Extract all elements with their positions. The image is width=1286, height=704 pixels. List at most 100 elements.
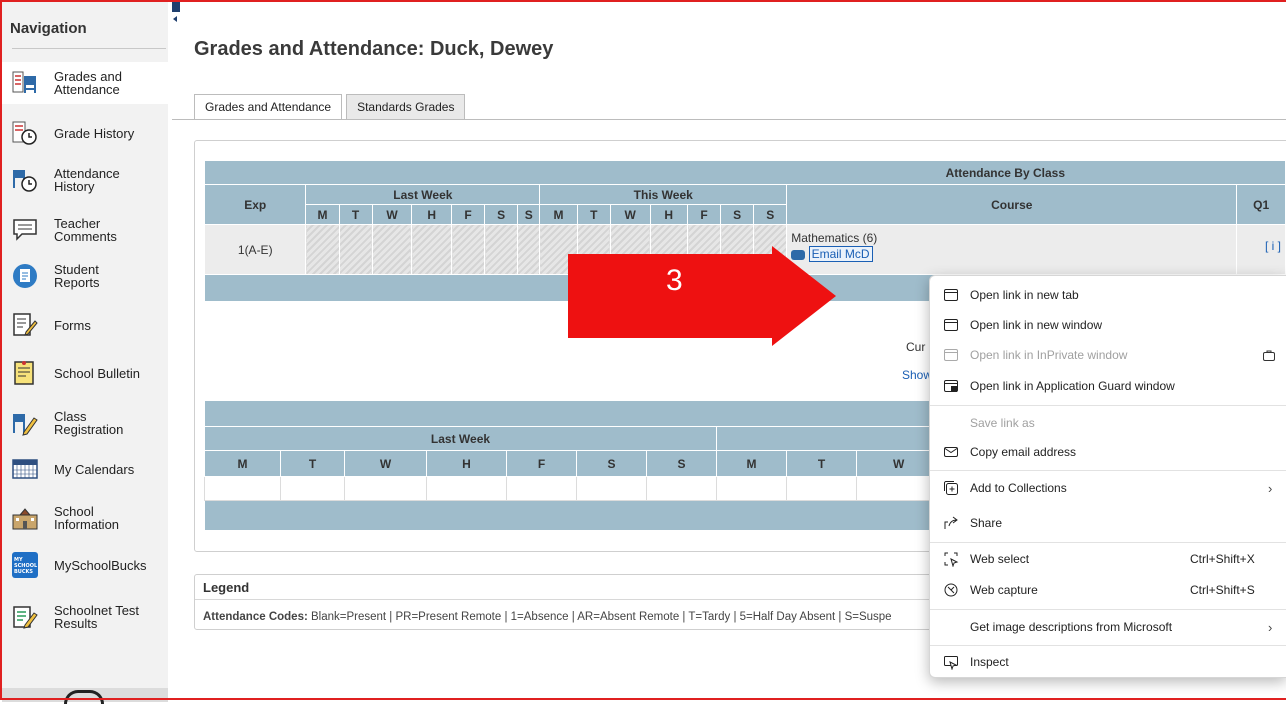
inprivate-window-icon	[944, 349, 958, 361]
web-capture-icon	[944, 583, 958, 597]
tab-standards-grades[interactable]: Standards Grades	[346, 94, 466, 120]
menu-separator	[930, 470, 1286, 471]
legend-text: Attendance Codes: Blank=Present | PR=Pre…	[203, 611, 892, 623]
forms-icon	[13, 313, 38, 336]
day-header: T	[576, 204, 611, 225]
day-header: S	[646, 450, 717, 477]
chevron-right-icon: ›	[1268, 619, 1273, 635]
sidebar-item-label: Student Reports	[54, 262, 100, 290]
menu-label: Open link in new tab	[970, 288, 1079, 302]
day-header: S	[484, 204, 519, 225]
sidebar-item-grades-and-attendance[interactable]: Grades and Attendance	[2, 62, 168, 104]
menu-shortcut: Ctrl+Shift+S	[1190, 583, 1255, 597]
menu-open-new-tab[interactable]: Open link in new tab	[930, 280, 1286, 310]
menu-label: Copy email address	[970, 445, 1077, 459]
menu-web-select[interactable]: Web select Ctrl+Shift+X	[930, 544, 1286, 574]
sidebar-item-label: School Information	[54, 504, 120, 532]
sidebar-item-label: My Calendars	[54, 461, 135, 477]
sidebar-item-label: Grade History	[54, 125, 135, 141]
myschoolbucks-icon: MY SCHOOL BUCKS	[12, 552, 38, 578]
cell-course: Mathematics (6) Email McD	[786, 224, 1238, 275]
sidebar: Navigation Grades and Attendance Grade Hi…	[2, 2, 168, 704]
day-cell	[371, 224, 413, 275]
annotation-arrow	[568, 246, 836, 346]
cell-exp: 1(A-E)	[203, 224, 307, 275]
menu-web-capture[interactable]: Web capture Ctrl+Shift+S	[930, 575, 1286, 605]
sidebar-item-student-reports[interactable]: Student Reports	[2, 255, 168, 297]
menu-open-new-window[interactable]: Open link in new window	[930, 310, 1286, 340]
sidebar-item-school-bulletin[interactable]: School Bulletin	[2, 352, 168, 394]
sidebar-title: Navigation	[10, 20, 87, 37]
day-header: S	[517, 204, 541, 225]
menu-label: Web select	[970, 552, 1030, 566]
day-header: W	[371, 204, 413, 225]
menu-open-inprivate: Open link in InPrivate window	[930, 340, 1286, 370]
inspect-icon	[944, 656, 958, 670]
sidebar-item-grade-history[interactable]: Grade History	[2, 112, 168, 154]
annotation-step-number: 3	[666, 264, 683, 297]
tab-grades-and-attendance[interactable]: Grades and Attendance	[194, 94, 343, 120]
day-cell	[484, 224, 519, 275]
cell-q1[interactable]: [ i ]	[1236, 224, 1286, 275]
class-registration-icon	[13, 414, 38, 436]
legend-title: Legend	[203, 580, 250, 595]
menu-separator	[930, 405, 1286, 406]
sidebar-item-attendance-history[interactable]: Attendance History	[2, 159, 168, 201]
school-building-icon	[12, 508, 38, 530]
day-cell	[344, 476, 427, 501]
help-icon[interactable]	[64, 690, 104, 704]
sidebar-item-label: School Bulletin	[54, 365, 140, 381]
menu-label: Open link in Application Guard window	[970, 379, 1175, 393]
menu-image-descriptions[interactable]: Get image descriptions from Microsoft ›	[930, 612, 1286, 642]
menu-label: Get image descriptions from Microsoft	[970, 620, 1173, 634]
day-cell	[411, 224, 453, 275]
collections-icon	[944, 481, 958, 495]
col-course: Course	[786, 184, 1238, 225]
menu-save-link-as: Save link as	[930, 408, 1286, 438]
menu-label: Web capture	[970, 583, 1038, 597]
sidebar-item-class-registration[interactable]: Class Registration	[2, 402, 168, 444]
menu-label: Inspect	[970, 655, 1009, 669]
test-results-icon	[13, 606, 38, 629]
day-header: M	[716, 450, 787, 477]
page-title: Grades and Attendance: Duck, Dewey	[194, 38, 554, 60]
menu-share[interactable]: Share	[930, 508, 1286, 538]
menu-separator	[930, 645, 1286, 646]
col-q1: Q1	[1236, 184, 1286, 225]
col-exp: Exp	[203, 184, 307, 225]
briefcase-icon	[1263, 350, 1275, 361]
student-reports-icon	[13, 264, 37, 288]
legend-codes: Blank=Present | PR=Present Remote | 1=Ab…	[311, 611, 892, 623]
show-dropped-classes-link[interactable]: Show	[902, 368, 932, 382]
menu-copy-email[interactable]: Copy email address	[930, 437, 1286, 467]
sidebar-item-forms[interactable]: Forms	[2, 304, 168, 346]
menu-add-to-collections[interactable]: Add to Collections ›	[930, 473, 1286, 503]
sidebar-item-label: Grades and Attendance	[54, 69, 122, 97]
menu-inspect[interactable]: Inspect	[930, 647, 1286, 677]
collapse-sidebar-icon[interactable]	[170, 2, 182, 26]
sidebar-item-myschoolbucks[interactable]: MY SCHOOL BUCKS MySchoolBucks	[2, 544, 168, 586]
sidebar-item-label: Teacher Comments	[54, 216, 117, 244]
grade-history-icon	[12, 121, 37, 145]
application-guard-icon	[944, 380, 958, 392]
sidebar-item-my-calendars[interactable]: My Calendars	[2, 448, 168, 490]
day-cell	[426, 476, 507, 501]
col-last-week: Last Week	[305, 184, 541, 205]
school-bulletin-icon	[14, 361, 34, 385]
menu-open-application-guard[interactable]: Open link in Application Guard window	[930, 371, 1286, 401]
sidebar-item-school-information[interactable]: School Information	[2, 497, 168, 539]
new-window-icon	[944, 319, 958, 331]
sidebar-item-teacher-comments[interactable]: Teacher Comments	[2, 209, 168, 251]
sidebar-item-label: Class Registration	[54, 409, 124, 437]
sidebar-item-schoolnet-test-results[interactable]: Schoolnet Test Results	[2, 596, 168, 638]
sidebar-item-label: Forms	[54, 317, 91, 333]
day-header: H	[426, 450, 507, 477]
day-header: H	[649, 204, 689, 225]
new-tab-icon	[944, 289, 958, 301]
day-header: S	[720, 204, 755, 225]
day-cell	[646, 476, 717, 501]
attendance-history-icon	[13, 170, 37, 192]
day-header: M	[305, 204, 340, 225]
day-cell	[280, 476, 345, 501]
svg-text:BUCKS: BUCKS	[14, 569, 33, 575]
